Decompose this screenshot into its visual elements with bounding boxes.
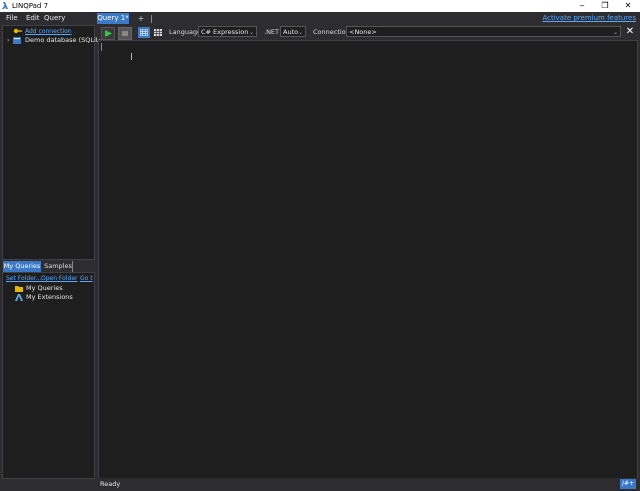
chevron-down-icon: ⌄ <box>248 29 254 36</box>
language-select[interactable]: C# Expression ⌄ <box>198 26 257 37</box>
tab-samples[interactable]: Samples <box>44 261 73 272</box>
connections-panel <box>2 25 95 260</box>
extensions-icon <box>15 294 23 301</box>
menu-query[interactable]: Query <box>44 13 65 23</box>
tab-query-1[interactable]: Query 1* <box>97 13 129 24</box>
stop-icon <box>122 31 128 36</box>
menu-file[interactable]: File <box>6 13 18 23</box>
chevron-down-icon: ⌄ <box>297 29 303 36</box>
tab-my-queries[interactable]: My Queries <box>3 261 41 272</box>
text-caret <box>101 43 102 51</box>
set-folder-link[interactable]: Set Folder... <box>6 274 41 283</box>
tab-divider <box>151 15 152 23</box>
minimize-button[interactable]: ‒ <box>570 0 594 12</box>
connection-select[interactable]: <None> ⌄ <box>346 26 621 37</box>
demo-database-item[interactable]: Demo database (SQLite) <box>25 36 105 45</box>
net-version-select[interactable]: Auto ⌄ <box>280 26 306 37</box>
database-icon <box>13 37 21 44</box>
my-queries-panel <box>2 272 95 479</box>
folder-icon <box>15 286 23 292</box>
net-label: .NET <box>264 28 280 36</box>
chevron-right-icon[interactable]: › <box>7 36 10 45</box>
results-grid-button[interactable] <box>138 27 150 38</box>
add-connection-icon <box>13 28 22 34</box>
go-to-link[interactable]: Go t <box>80 274 93 283</box>
menu-edit[interactable]: Edit <box>26 13 40 23</box>
net-value: Auto <box>283 28 299 36</box>
linqpad-logo-icon <box>2 2 8 9</box>
data-grid-button[interactable] <box>152 27 164 38</box>
connection-value: <None> <box>349 28 377 36</box>
status-bar <box>97 478 640 491</box>
my-extensions-item[interactable]: My Extensions <box>26 293 73 302</box>
language-label: Language <box>169 28 202 36</box>
activate-premium-link[interactable]: Activate premium features <box>542 13 636 23</box>
run-button[interactable] <box>101 27 115 40</box>
close-query-button[interactable]: ✕ <box>625 26 635 38</box>
add-connection-link[interactable]: Add connection <box>25 27 72 36</box>
code-editor[interactable] <box>98 40 638 479</box>
table-icon <box>154 29 162 36</box>
language-value: C# Expression <box>201 28 249 36</box>
my-queries-folder[interactable]: My Queries <box>26 284 63 293</box>
title-bar: LINQPad 7 ‒ ❐ ✕ <box>0 0 640 12</box>
play-icon <box>105 30 112 37</box>
connection-label: Connection <box>313 28 350 36</box>
status-text: Ready <box>100 480 121 488</box>
stop-button[interactable] <box>118 27 132 40</box>
add-tab-button[interactable]: + <box>136 13 146 24</box>
chevron-down-icon: ⌄ <box>612 29 618 36</box>
close-window-button[interactable]: ✕ <box>616 0 640 12</box>
restore-button[interactable]: ❐ <box>593 0 617 12</box>
status-badge[interactable]: /#+ <box>620 479 636 489</box>
open-folder-link[interactable]: Open Folder <box>41 274 77 283</box>
window-title: LINQPad 7 <box>12 2 49 10</box>
grid-icon <box>140 29 148 36</box>
ibeam-cursor-icon: I <box>130 52 133 63</box>
